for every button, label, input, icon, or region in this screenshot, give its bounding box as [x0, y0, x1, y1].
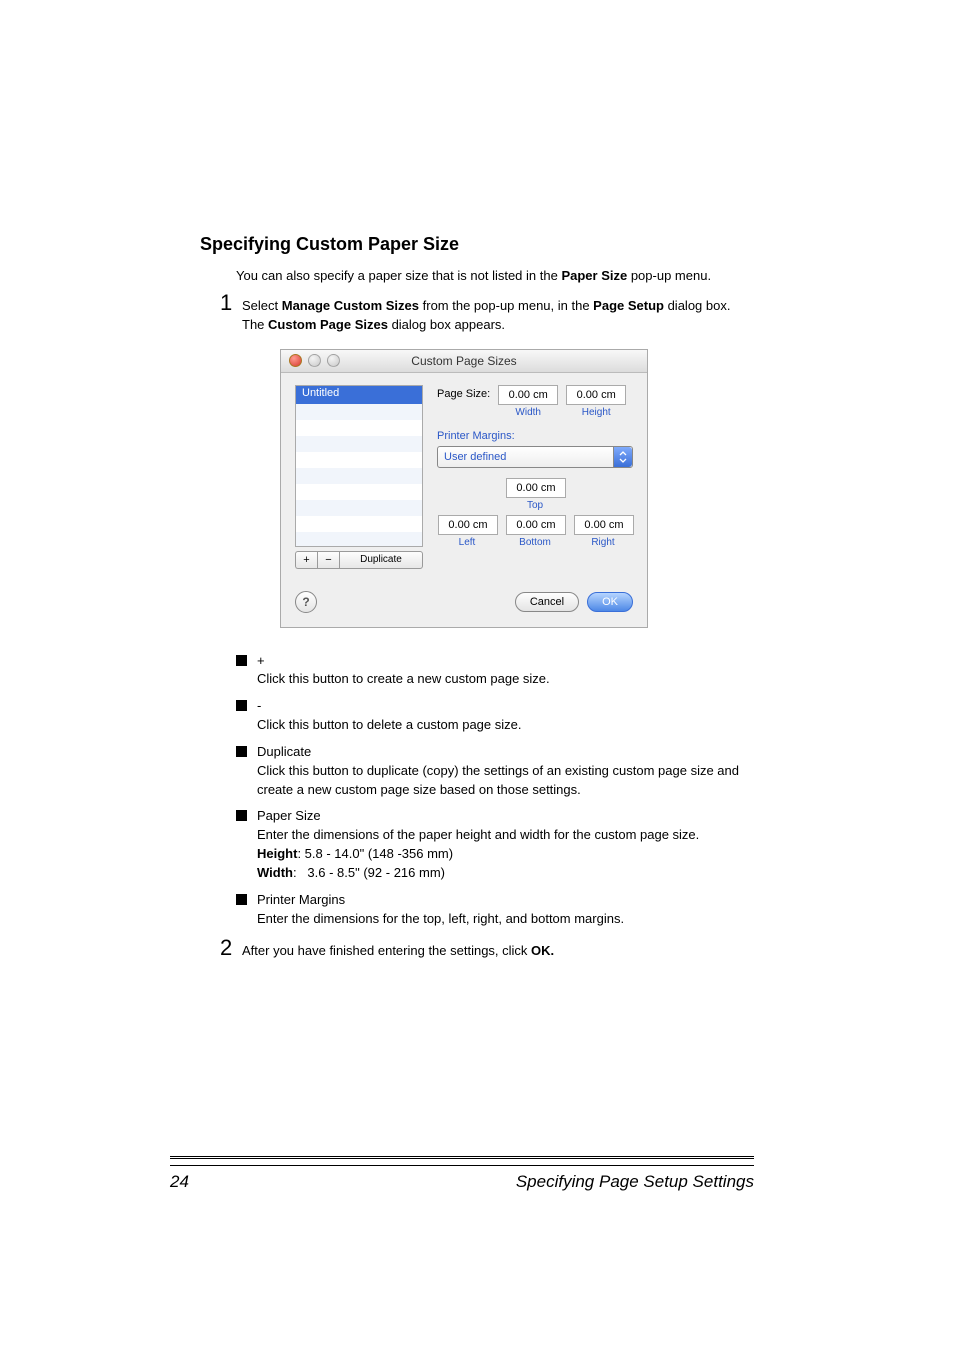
remove-button[interactable]: − — [317, 551, 339, 569]
custom-sizes-list[interactable]: Untitled — [295, 385, 423, 547]
bullet-title: Printer Margins — [257, 891, 754, 910]
footer-title: Specifying Page Setup Settings — [189, 1172, 754, 1192]
bullet-icon — [236, 746, 247, 757]
custom-page-sizes-dialog: Custom Page Sizes Untitled — [280, 349, 648, 628]
bullet-icon — [236, 894, 247, 905]
step1-line2-bold: Custom Page Sizes — [268, 317, 388, 332]
step-2-number: 2 — [220, 937, 242, 959]
select-value: User defined — [438, 451, 613, 463]
printer-margins-label: Printer Margins: — [437, 430, 633, 442]
margin-top-input[interactable]: 0.00 cm — [506, 478, 566, 498]
margin-left-input[interactable]: 0.00 cm — [438, 515, 498, 535]
height-label: Height — [257, 846, 297, 861]
intro-pre: You can also specify a paper size that i… — [236, 268, 561, 283]
bullet-body: Click this button to duplicate (copy) th… — [257, 762, 754, 800]
step1-bold1: Manage Custom Sizes — [282, 298, 419, 313]
height-input[interactable]: 0.00 cm — [566, 385, 626, 405]
add-button[interactable]: + — [295, 551, 317, 569]
ok-button[interactable]: OK — [587, 592, 633, 612]
bullet-paper-size: Paper Size Enter the dimensions of the p… — [236, 807, 754, 882]
width-label: Width — [257, 865, 293, 880]
chevron-updown-icon — [613, 447, 632, 467]
step2-bold: OK. — [531, 943, 554, 958]
page-number: 24 — [170, 1172, 189, 1192]
bullet-body: Enter the dimensions for the top, left, … — [257, 910, 754, 929]
height-value: : 5.8 - 14.0" (148 -356 mm) — [297, 846, 453, 861]
bullet-printer-margins: Printer Margins Enter the dimensions for… — [236, 891, 754, 929]
margin-bottom-label: Bottom — [506, 537, 564, 548]
bullet-plus: + Click this button to create a new cust… — [236, 652, 754, 690]
step1-mid: from the pop-up menu, in the — [419, 298, 593, 313]
step-1-number: 1 — [220, 292, 242, 314]
bullet-title: + — [257, 652, 754, 671]
margin-right-label: Right — [574, 537, 632, 548]
step1-post: dialog box. — [664, 298, 731, 313]
duplicate-button[interactable]: Duplicate — [339, 551, 423, 569]
cancel-button[interactable]: Cancel — [515, 592, 579, 612]
bullet-duplicate: Duplicate Click this button to duplicate… — [236, 743, 754, 800]
bullet-title: Paper Size — [257, 807, 754, 826]
step2-pre: After you have finished entering the set… — [242, 943, 531, 958]
margin-left-label: Left — [438, 537, 496, 548]
bullet-title: - — [257, 697, 754, 716]
dialog-titlebar: Custom Page Sizes — [281, 350, 647, 373]
bullet-icon — [236, 655, 247, 666]
step1-line2-pre: The — [242, 317, 268, 332]
intro-paragraph: You can also specify a paper size that i… — [236, 267, 754, 286]
step1-line2-post: dialog box appears. — [388, 317, 505, 332]
bullet-body: Click this button to delete a custom pag… — [257, 716, 754, 735]
page-size-label: Page Size: — [437, 385, 490, 400]
section-heading: Specifying Custom Paper Size — [200, 234, 754, 255]
bullet-minus: - Click this button to delete a custom p… — [236, 697, 754, 735]
width-sublabel: Width — [498, 407, 558, 418]
step1-pre: Select — [242, 298, 282, 313]
step1-bold2: Page Setup — [593, 298, 664, 313]
dialog-title: Custom Page Sizes — [281, 354, 647, 368]
step-1: 1 Select Manage Custom Sizes from the po… — [220, 292, 754, 316]
list-item-selected[interactable]: Untitled — [296, 386, 422, 404]
bullet-body: Enter the dimensions of the paper height… — [257, 826, 754, 845]
help-button[interactable]: ? — [295, 591, 317, 613]
width-value: : 3.6 - 8.5" (92 - 216 mm) — [293, 865, 445, 880]
bullet-title: Duplicate — [257, 743, 754, 762]
intro-bold: Paper Size — [561, 268, 627, 283]
intro-post: pop-up menu. — [627, 268, 711, 283]
width-input[interactable]: 0.00 cm — [498, 385, 558, 405]
margin-bottom-input[interactable]: 0.00 cm — [506, 515, 566, 535]
margin-right-input[interactable]: 0.00 cm — [574, 515, 634, 535]
bullet-body: Click this button to create a new custom… — [257, 670, 754, 689]
page-footer: 24 Specifying Page Setup Settings — [170, 1156, 754, 1192]
bullet-icon — [236, 810, 247, 821]
margin-top-label: Top — [506, 500, 564, 511]
height-sublabel: Height — [566, 407, 626, 418]
printer-margins-select[interactable]: User defined — [437, 446, 633, 468]
bullet-icon — [236, 700, 247, 711]
step-2: 2 After you have finished entering the s… — [220, 937, 754, 961]
